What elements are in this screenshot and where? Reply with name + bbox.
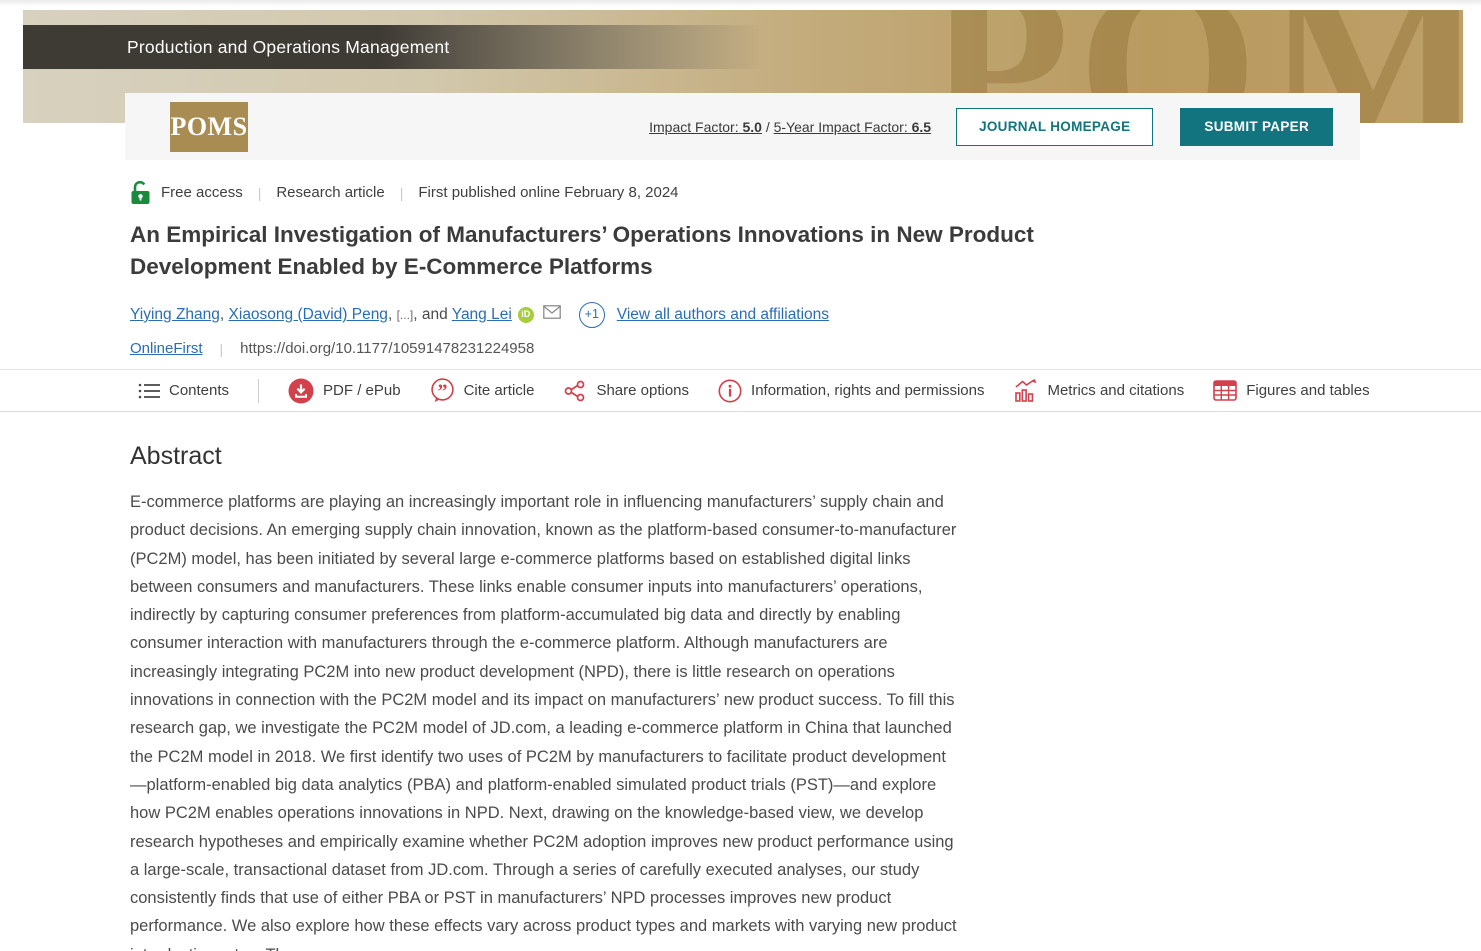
abstract-section: Abstract E-commerce platforms are playin…	[130, 442, 960, 951]
impact-factor-link[interactable]: Impact Factor: 5.0	[649, 119, 762, 135]
access-type-label: Free access	[161, 184, 243, 201]
journal-homepage-button[interactable]: JOURNAL HOMEPAGE	[956, 108, 1153, 146]
contents-button[interactable]: Contents	[138, 380, 229, 402]
article-type-label: Research article	[276, 184, 384, 201]
five-year-impact-factor-link[interactable]: 5-Year Impact Factor: 6.5	[774, 119, 931, 135]
onlinefirst-link[interactable]: OnlineFirst	[130, 340, 203, 357]
poms-logo[interactable]: POMS	[170, 102, 248, 152]
table-icon	[1213, 380, 1237, 401]
view-all-authors-link[interactable]: View all authors and affiliations	[617, 306, 829, 323]
list-icon	[138, 380, 160, 402]
article-header: Free access | Research article | First p…	[130, 180, 1481, 357]
publication-row: OnlineFirst | https://doi.org/10.1177/10…	[130, 340, 1481, 357]
meta-separator: |	[258, 185, 262, 201]
author-link-1[interactable]: Yiying Zhang	[130, 306, 220, 323]
more-authors-badge[interactable]: +1	[579, 302, 605, 328]
meta-separator: |	[400, 185, 404, 201]
article-toolbar: Contents PDF / ePub ” Cite article Share	[0, 369, 1481, 412]
share-icon	[563, 379, 587, 403]
article-meta-row: Free access | Research article | First p…	[130, 180, 1481, 205]
figures-tables-button[interactable]: Figures and tables	[1213, 380, 1369, 401]
svg-text:”: ”	[437, 381, 447, 403]
download-icon	[288, 378, 314, 404]
journal-name: Production and Operations Management	[127, 37, 449, 58]
journal-header-card: POMS Impact Factor: 5.0 / 5-Year Impact …	[125, 93, 1360, 160]
pdf-epub-button[interactable]: PDF / ePub	[288, 378, 401, 404]
author-link-3[interactable]: Yang Lei	[452, 306, 512, 323]
impact-separator: /	[766, 119, 770, 135]
author-link-2[interactable]: Xiaosong (David) Peng	[229, 306, 388, 323]
authors-row: Yiying Zhang, Xiaosong (David) Peng, [..…	[130, 301, 1481, 329]
abstract-text: E-commerce platforms are playing an incr…	[130, 488, 960, 951]
impact-factor-block: Impact Factor: 5.0 / 5-Year Impact Facto…	[649, 119, 931, 135]
meta-separator: |	[220, 341, 224, 357]
journal-name-bar: Production and Operations Management	[23, 25, 765, 69]
metrics-chart-icon	[1013, 378, 1038, 403]
info-icon	[718, 379, 742, 403]
doi-text: https://doi.org/10.1177/1059147823122495…	[240, 340, 534, 357]
open-lock-icon	[130, 180, 151, 205]
published-date-label: First published online February 8, 2024	[418, 184, 678, 201]
information-rights-button[interactable]: Information, rights and permissions	[718, 379, 984, 403]
submit-paper-button[interactable]: SUBMIT PAPER	[1180, 108, 1333, 146]
abstract-heading: Abstract	[130, 442, 960, 471]
toolbar-divider	[258, 379, 259, 403]
email-icon[interactable]	[543, 306, 561, 323]
cite-article-button[interactable]: ” Cite article	[430, 378, 535, 403]
article-title: An Empirical Investigation of Manufactur…	[130, 219, 1150, 283]
journal-header: POM Production and Operations Management…	[0, 6, 1481, 166]
cite-quote-icon: ”	[430, 378, 455, 403]
authors-ellipsis: [...]	[397, 308, 414, 322]
metrics-citations-button[interactable]: Metrics and citations	[1013, 378, 1184, 403]
share-options-button[interactable]: Share options	[563, 379, 689, 403]
orcid-icon[interactable]: iD	[518, 307, 534, 323]
